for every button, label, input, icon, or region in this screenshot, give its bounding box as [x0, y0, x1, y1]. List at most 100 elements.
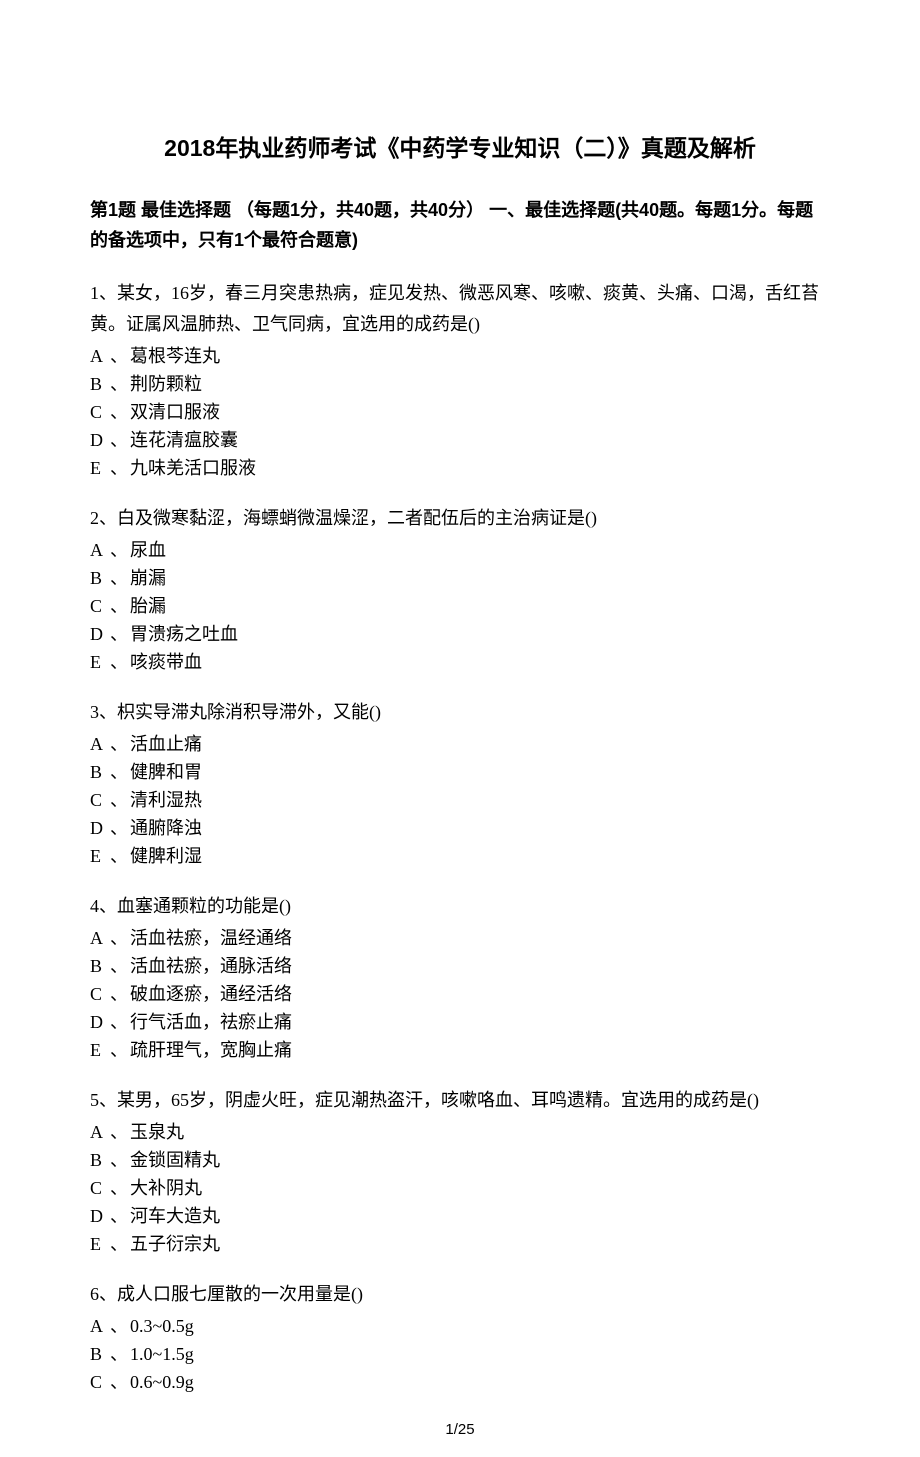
option-text: 0.3~0.5g — [130, 1316, 194, 1336]
option-c: C、清利湿热 — [90, 787, 830, 815]
option-c: C、胎漏 — [90, 593, 830, 621]
option-text: 九味羌活口服液 — [130, 458, 256, 478]
option-separator: 、 — [110, 1234, 128, 1254]
question-stem: 1、某女，16岁，春三月突患热病，症见发热、微恶风寒、咳嗽、痰黄、头痛、口渴，舌… — [90, 278, 830, 339]
document-title: 2018年执业药师考试《中药学专业知识（二）》真题及解析 — [90, 130, 830, 167]
option-text: 健脾和胃 — [130, 762, 202, 782]
option-b: B、荆防颗粒 — [90, 371, 830, 399]
option-separator: 、 — [110, 1178, 128, 1198]
option-separator: 、 — [110, 540, 128, 560]
option-d: D、河车大造丸 — [90, 1203, 830, 1231]
option-separator: 、 — [110, 1012, 128, 1032]
option-label: E — [90, 649, 110, 677]
option-separator: 、 — [110, 430, 128, 450]
option-text: 金锁固精丸 — [130, 1150, 220, 1170]
option-label: C — [90, 399, 110, 427]
option-label: E — [90, 455, 110, 483]
document-page: 2018年执业药师考试《中药学专业知识（二）》真题及解析 第1题 最佳选择题 （… — [0, 0, 920, 1457]
option-separator: 、 — [110, 402, 128, 422]
option-label: C — [90, 787, 110, 815]
option-label: A — [90, 537, 110, 565]
option-b: B、健脾和胃 — [90, 759, 830, 787]
option-text: 崩漏 — [130, 568, 166, 588]
option-label: D — [90, 815, 110, 843]
option-c: C、双清口服液 — [90, 399, 830, 427]
option-label: D — [90, 427, 110, 455]
question-stem: 4、血塞通颗粒的功能是() — [90, 891, 830, 922]
option-text: 清利湿热 — [130, 790, 202, 810]
page-number: 1/25 — [0, 1418, 920, 1442]
option-e: E、疏肝理气，宽胸止痛 — [90, 1037, 830, 1065]
option-label: B — [90, 759, 110, 787]
option-a: A、葛根芩连丸 — [90, 343, 830, 371]
option-c: C、大补阴丸 — [90, 1175, 830, 1203]
option-separator: 、 — [110, 818, 128, 838]
option-label: E — [90, 1037, 110, 1065]
option-separator: 、 — [110, 596, 128, 616]
option-a: A、玉泉丸 — [90, 1119, 830, 1147]
option-a: A、0.3~0.5g — [90, 1313, 830, 1341]
option-separator: 、 — [110, 762, 128, 782]
option-separator: 、 — [110, 846, 128, 866]
option-separator: 、 — [110, 652, 128, 672]
option-c: C、破血逐瘀，通经活络 — [90, 981, 830, 1009]
option-separator: 、 — [110, 1040, 128, 1060]
option-label: A — [90, 343, 110, 371]
option-a: A、尿血 — [90, 537, 830, 565]
option-a: A、活血止痛 — [90, 731, 830, 759]
option-text: 健脾利湿 — [130, 846, 202, 866]
option-d: D、通腑降浊 — [90, 815, 830, 843]
option-label: B — [90, 1147, 110, 1175]
question-stem: 6、成人口服七厘散的一次用量是() — [90, 1279, 830, 1310]
question-5: 5、某男，65岁，阴虚火旺，症见潮热盗汗，咳嗽咯血、耳鸣遗精。宜选用的成药是()… — [90, 1085, 830, 1259]
option-label: E — [90, 1231, 110, 1259]
option-text: 尿血 — [130, 540, 166, 560]
option-label: C — [90, 1175, 110, 1203]
option-separator: 、 — [110, 568, 128, 588]
option-text: 咳痰带血 — [130, 652, 202, 672]
option-text: 0.6~0.9g — [130, 1372, 194, 1392]
option-label: B — [90, 1341, 110, 1369]
option-text: 疏肝理气，宽胸止痛 — [130, 1040, 292, 1060]
option-text: 行气活血，祛瘀止痛 — [130, 1012, 292, 1032]
option-label: C — [90, 593, 110, 621]
option-e: E、咳痰带血 — [90, 649, 830, 677]
option-d: D、胃溃疡之吐血 — [90, 621, 830, 649]
option-text: 活血止痛 — [130, 734, 202, 754]
option-separator: 、 — [110, 790, 128, 810]
option-separator: 、 — [110, 956, 128, 976]
option-separator: 、 — [110, 1372, 128, 1392]
option-separator: 、 — [110, 346, 128, 366]
option-label: C — [90, 981, 110, 1009]
option-b: B、崩漏 — [90, 565, 830, 593]
option-separator: 、 — [110, 928, 128, 948]
option-e: E、九味羌活口服液 — [90, 455, 830, 483]
option-text: 胎漏 — [130, 596, 166, 616]
option-text: 河车大造丸 — [130, 1206, 220, 1226]
question-4: 4、血塞通颗粒的功能是() A、活血祛瘀，温经通络 B、活血祛瘀，通脉活络 C、… — [90, 891, 830, 1065]
question-1: 1、某女，16岁，春三月突患热病，症见发热、微恶风寒、咳嗽、痰黄、头痛、口渴，舌… — [90, 278, 830, 483]
option-text: 1.0~1.5g — [130, 1344, 194, 1364]
option-separator: 、 — [110, 1150, 128, 1170]
option-e: E、五子衍宗丸 — [90, 1231, 830, 1259]
option-b: B、活血祛瘀，通脉活络 — [90, 953, 830, 981]
option-label: D — [90, 1009, 110, 1037]
option-label: A — [90, 731, 110, 759]
question-stem: 2、白及微寒黏涩，海螵蛸微温燥涩，二者配伍后的主治病证是() — [90, 503, 830, 534]
option-label: A — [90, 1119, 110, 1147]
option-text: 荆防颗粒 — [130, 374, 202, 394]
option-text: 通腑降浊 — [130, 818, 202, 838]
option-text: 胃溃疡之吐血 — [130, 624, 238, 644]
option-separator: 、 — [110, 984, 128, 1004]
option-separator: 、 — [110, 458, 128, 478]
option-separator: 、 — [110, 1122, 128, 1142]
question-stem: 3、枳实导滞丸除消积导滞外，又能() — [90, 697, 830, 728]
option-separator: 、 — [110, 624, 128, 644]
option-label: E — [90, 843, 110, 871]
option-text: 葛根芩连丸 — [130, 346, 220, 366]
option-text: 连花清瘟胶囊 — [130, 430, 238, 450]
option-label: A — [90, 1313, 110, 1341]
option-text: 双清口服液 — [130, 402, 220, 422]
option-text: 活血祛瘀，通脉活络 — [130, 956, 292, 976]
option-separator: 、 — [110, 374, 128, 394]
